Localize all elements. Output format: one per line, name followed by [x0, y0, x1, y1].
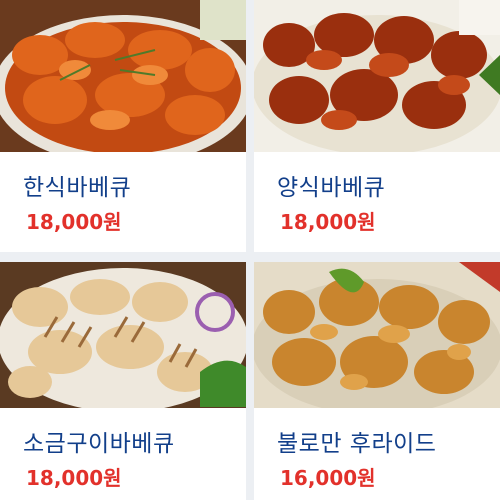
product-price: 16,000원: [280, 466, 376, 490]
product-price: 18,000원: [280, 210, 376, 234]
fried-chicken-photo[interactable]: [254, 262, 500, 408]
product-card-salt-grilled-bbq[interactable]: 소금구이바베큐 18,000원: [0, 262, 246, 500]
product-name[interactable]: 불로만 후라이드: [277, 424, 436, 458]
product-name[interactable]: 소금구이바베큐: [23, 424, 175, 458]
product-card-korean-bbq[interactable]: 한식바베큐 18,000원: [0, 0, 246, 252]
product-name[interactable]: 한식바베큐: [23, 168, 131, 202]
salt-grilled-bbq-chicken-photo[interactable]: [0, 262, 246, 408]
product-card-western-bbq[interactable]: 양식바베큐 18,000원: [254, 0, 500, 252]
western-bbq-chicken-photo[interactable]: [254, 0, 500, 152]
product-price: 18,000원: [26, 466, 122, 490]
korean-bbq-chicken-photo[interactable]: [0, 0, 246, 152]
product-price: 18,000원: [26, 210, 122, 234]
product-name[interactable]: 양식바베큐: [277, 168, 385, 202]
product-card-fried-chicken[interactable]: 불로만 후라이드 16,000원: [254, 262, 500, 500]
